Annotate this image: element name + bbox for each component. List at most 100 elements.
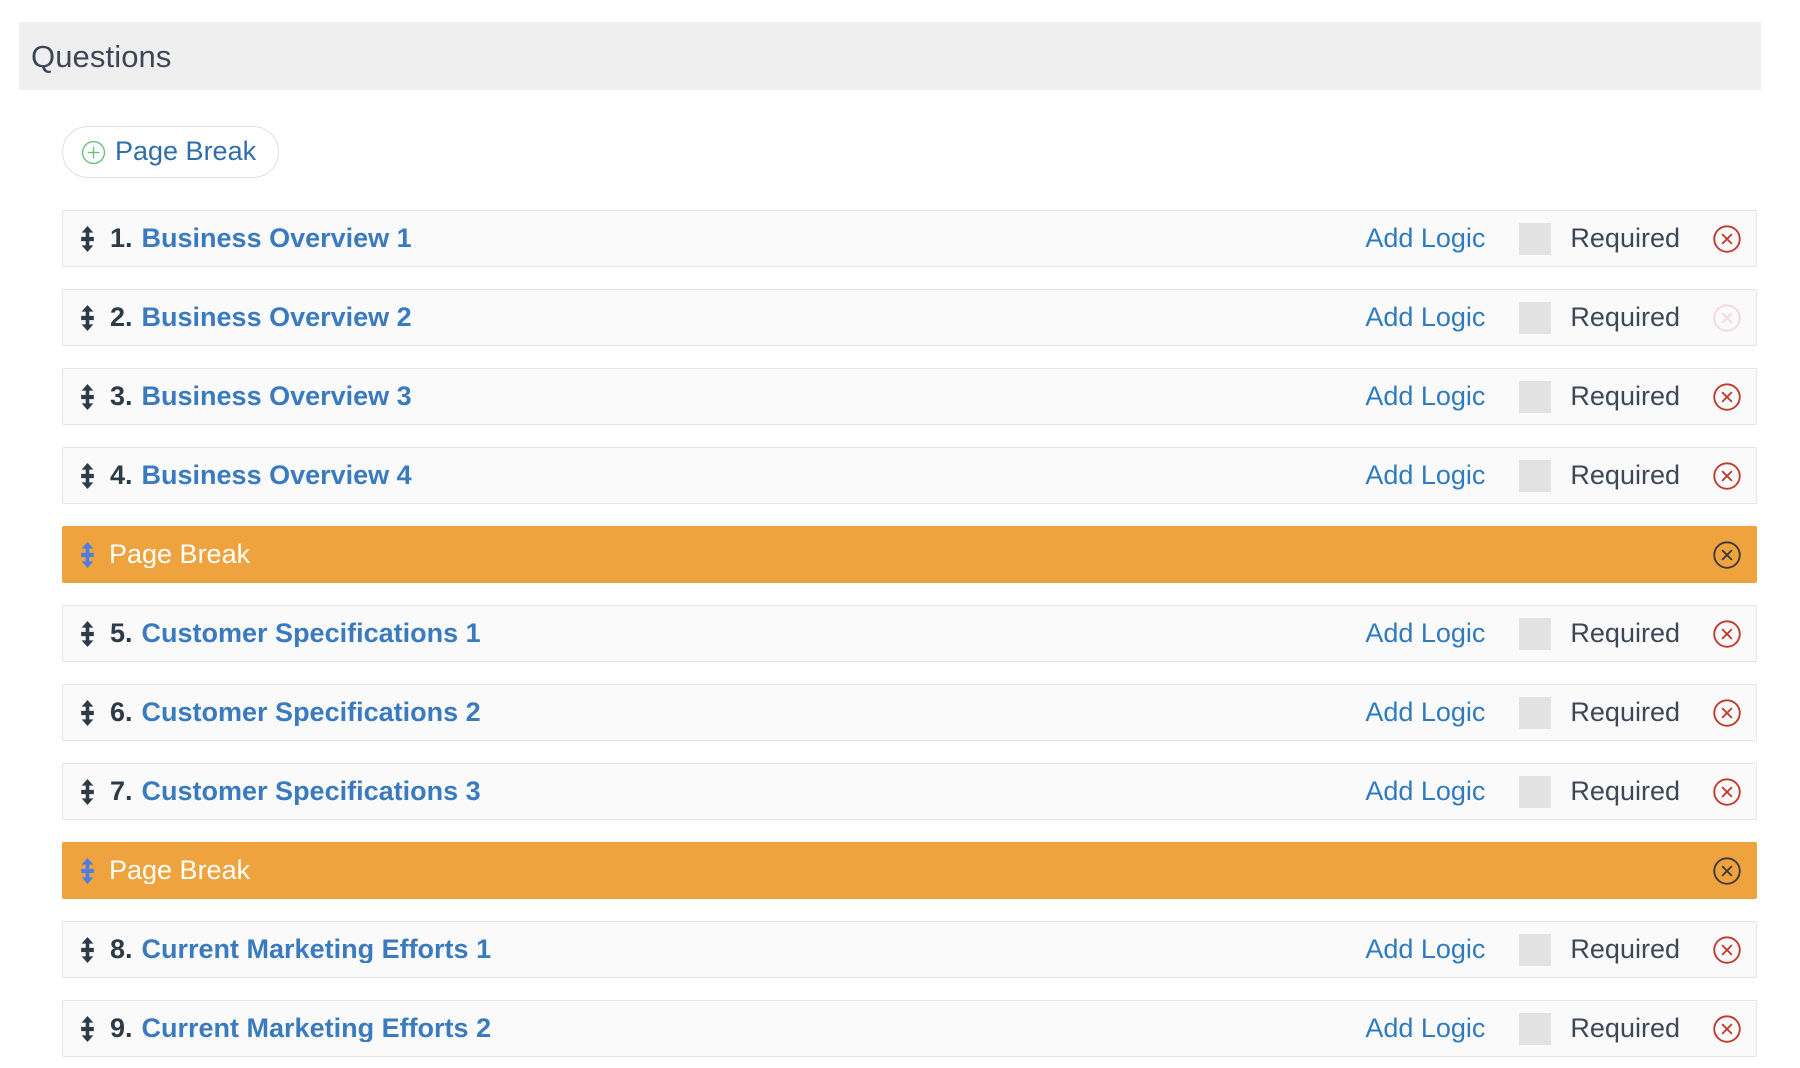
page-break-label: Page Break [109,541,251,568]
question-row-left: 3. Business Overview 3 [63,383,1365,410]
required-label: Required [1570,697,1680,727]
question-row[interactable]: 5. Customer Specifications 1 Add Logic Requ… [62,605,1757,662]
add-page-break-button[interactable]: Page Break [62,126,280,178]
page-break-label: Page Break [109,857,251,884]
required-label: Required [1570,1013,1680,1043]
question-title-link[interactable]: Current Marketing Efforts 2 [142,1015,492,1042]
page-break-row-right [1712,856,1756,886]
drag-handle-updown-icon[interactable] [79,541,96,568]
required-label: Required [1570,618,1680,648]
circle-x-icon[interactable] [1712,619,1742,649]
question-row-right: Add Logic Required [1365,301,1756,334]
add-logic-link[interactable]: Add Logic [1365,225,1485,252]
question-title-link[interactable]: Business Overview 2 [142,304,412,331]
required-checkbox[interactable] [1519,933,1552,966]
page-break-row-right [1712,540,1756,570]
question-number: 4. [110,462,133,489]
drag-handle-updown-icon[interactable] [79,383,96,410]
required-label: Required [1570,934,1680,964]
question-row-right: Add Logic Required [1365,696,1756,729]
question-row-left: 9. Current Marketing Efforts 2 [63,1015,1365,1042]
questions-list: 1. Business Overview 1 Add Logic Required 2.… [62,210,1757,1068]
required-checkbox[interactable] [1519,696,1552,729]
required-checkbox[interactable] [1519,380,1552,413]
circle-x-icon[interactable] [1712,540,1742,570]
add-logic-link[interactable]: Add Logic [1365,462,1485,489]
question-number: 1. [110,225,133,252]
required-checkbox[interactable] [1519,617,1552,650]
question-number: 8. [110,936,133,963]
question-title-link[interactable]: Customer Specifications 1 [142,620,481,647]
drag-handle-updown-icon[interactable] [79,936,96,963]
question-row[interactable]: 7. Customer Specifications 3 Add Logic Requ… [62,763,1757,820]
add-logic-link[interactable]: Add Logic [1365,1015,1485,1042]
circle-x-icon[interactable] [1712,461,1742,491]
required-label: Required [1570,460,1680,490]
circle-x-icon[interactable] [1712,303,1742,333]
question-row[interactable]: 6. Customer Specifications 2 Add Logic Requ… [62,684,1757,741]
page-break-row[interactable]: Page Break [62,842,1757,899]
question-row[interactable]: 8. Current Marketing Efforts 1 Add Logic Re… [62,921,1757,978]
section-header: Questions [19,22,1761,90]
question-title-link[interactable]: Business Overview 3 [142,383,412,410]
question-title-link[interactable]: Customer Specifications 2 [142,699,481,726]
add-logic-link[interactable]: Add Logic [1365,936,1485,963]
required-label: Required [1570,302,1680,332]
circle-x-icon[interactable] [1712,1014,1742,1044]
question-title-link[interactable]: Business Overview 1 [142,225,412,252]
questions-page: Questions Page Break 1. Business Overview… [0,0,1800,1068]
question-row-right: Add Logic Required [1365,933,1756,966]
question-row-left: 2. Business Overview 2 [63,304,1365,331]
add-logic-link[interactable]: Add Logic [1365,383,1485,410]
drag-handle-updown-icon[interactable] [79,620,96,647]
question-number: 3. [110,383,133,410]
required-label: Required [1570,776,1680,806]
circle-x-icon[interactable] [1712,224,1742,254]
add-logic-link[interactable]: Add Logic [1365,620,1485,647]
question-number: 6. [110,699,133,726]
question-row[interactable]: 2. Business Overview 2 Add Logic Required [62,289,1757,346]
required-checkbox[interactable] [1519,459,1552,492]
required-checkbox[interactable] [1519,222,1552,255]
add-logic-link[interactable]: Add Logic [1365,304,1485,331]
plus-circle-icon [81,140,106,165]
question-title-link[interactable]: Business Overview 4 [142,462,412,489]
question-row-right: Add Logic Required [1365,775,1756,808]
drag-handle-updown-icon[interactable] [79,304,96,331]
add-logic-link[interactable]: Add Logic [1365,699,1485,726]
drag-handle-updown-icon[interactable] [79,1015,96,1042]
drag-handle-updown-icon[interactable] [79,778,96,805]
circle-x-icon[interactable] [1712,856,1742,886]
question-title-link[interactable]: Customer Specifications 3 [142,778,481,805]
question-row-left: 8. Current Marketing Efforts 1 [63,936,1365,963]
question-row-left: 4. Business Overview 4 [63,462,1365,489]
question-row-left: 6. Customer Specifications 2 [63,699,1365,726]
drag-handle-updown-icon[interactable] [79,857,96,884]
question-row-left: 7. Customer Specifications 3 [63,778,1365,805]
drag-handle-updown-icon[interactable] [79,225,96,252]
question-row[interactable]: 1. Business Overview 1 Add Logic Required [62,210,1757,267]
question-number: 2. [110,304,133,331]
add-page-break-label: Page Break [115,135,257,166]
question-row[interactable]: 4. Business Overview 4 Add Logic Required [62,447,1757,504]
circle-x-icon[interactable] [1712,698,1742,728]
question-row-left: 1. Business Overview 1 [63,225,1365,252]
question-number: 5. [110,620,133,647]
question-title-link[interactable]: Current Marketing Efforts 1 [142,936,492,963]
circle-x-icon[interactable] [1712,382,1742,412]
page-break-row-left: Page Break [63,857,1712,884]
drag-handle-updown-icon[interactable] [79,699,96,726]
page-title: Questions [31,38,172,74]
question-row[interactable]: 3. Business Overview 3 Add Logic Required [62,368,1757,425]
circle-x-icon[interactable] [1712,935,1742,965]
question-row-right: Add Logic Required [1365,222,1756,255]
page-break-row[interactable]: Page Break [62,526,1757,583]
drag-handle-updown-icon[interactable] [79,462,96,489]
question-row-right: Add Logic Required [1365,617,1756,650]
add-logic-link[interactable]: Add Logic [1365,778,1485,805]
required-checkbox[interactable] [1519,1012,1552,1045]
circle-x-icon[interactable] [1712,777,1742,807]
required-checkbox[interactable] [1519,301,1552,334]
required-checkbox[interactable] [1519,775,1552,808]
question-row[interactable]: 9. Current Marketing Efforts 2 Add Logic Re… [62,1000,1757,1057]
